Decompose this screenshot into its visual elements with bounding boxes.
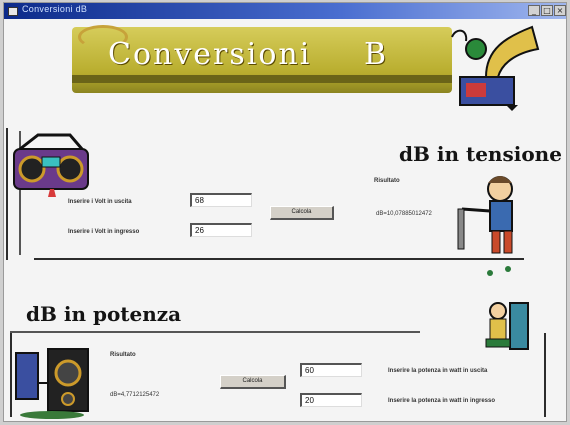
power-panel-top-border (10, 331, 420, 333)
app-window: Conversioni dB _ □ × Conversioni B dB in… (3, 2, 567, 422)
tension-heading: dB in tensione (399, 142, 562, 166)
window-title: Conversioni dB (22, 4, 88, 14)
ladder-figure-clipart (485, 266, 529, 350)
tension-result-value: dB=10,07885012472 (376, 211, 432, 217)
tension-result-label: Risultato (374, 178, 400, 184)
maximize-button[interactable]: □ (541, 5, 553, 16)
power-input-label: Inserire la potenza in watt in ingresso (388, 398, 496, 404)
gramophone-clipart (451, 25, 540, 111)
power-heading: dB in potenza (26, 302, 182, 326)
tension-input-label: Inserire i Volt in ingresso (68, 229, 140, 235)
tension-panel-bottom-border (34, 258, 524, 260)
close-button[interactable]: × (554, 5, 566, 16)
power-result-label: Risultato (110, 352, 136, 358)
minimize-button[interactable]: _ (528, 5, 540, 16)
speaker-clipart (15, 348, 89, 419)
power-result-value: dB=4,7712125472 (110, 392, 160, 398)
power-panel-right-border (544, 333, 546, 417)
boombox-clipart (13, 133, 89, 197)
tension-output-label: Inserire i Volt in uscita (68, 199, 132, 205)
banner-title: Conversioni (108, 37, 312, 72)
title-bar[interactable]: Conversioni dB _ □ × (4, 3, 566, 19)
cleaning-figure-clipart (457, 176, 513, 254)
app-icon (8, 7, 18, 16)
banner-unit: B (364, 37, 387, 72)
tension-output-input[interactable]: 68 (190, 193, 252, 207)
tension-panel-left-border (6, 128, 8, 260)
power-output-label: Inserire la potenza in watt in uscita (388, 368, 488, 374)
power-output-input[interactable]: 60 (300, 363, 362, 377)
tension-calculate-button[interactable]: Calcola (270, 206, 334, 220)
tension-input-input[interactable]: 26 (190, 223, 252, 237)
banner-stripe (72, 75, 452, 83)
power-calculate-button[interactable]: Calcola (220, 375, 286, 389)
power-input-input[interactable]: 20 (300, 393, 362, 407)
